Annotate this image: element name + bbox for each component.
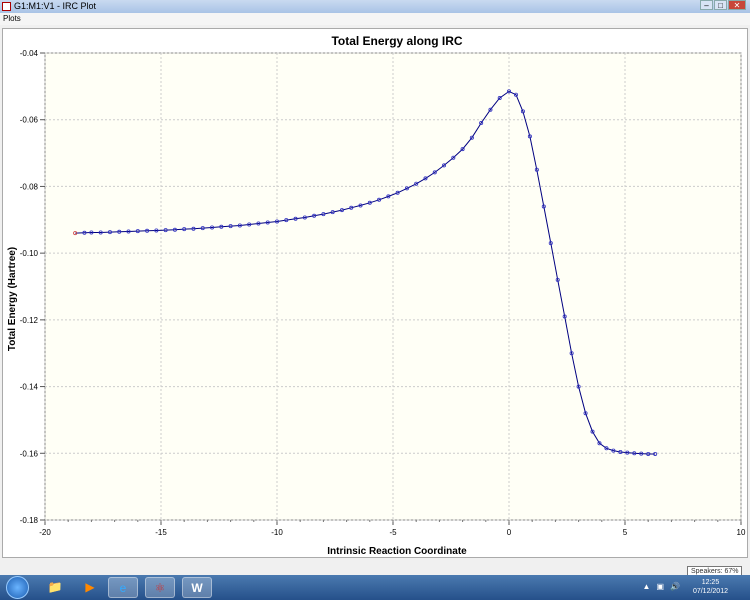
- start-button[interactable]: [6, 576, 29, 599]
- system-tray: ▲ ▣ 🔊: [643, 582, 680, 591]
- y-axis-label: Total Energy (Hartree): [7, 247, 18, 351]
- x-tick-label: -15: [155, 528, 167, 537]
- maximize-button[interactable]: □: [714, 0, 727, 10]
- gaussview-icon[interactable]: ⚛: [145, 577, 175, 598]
- y-tick-label: -0.06: [20, 116, 39, 125]
- y-tick-label: -0.12: [20, 316, 39, 325]
- show-hidden-icons-icon[interactable]: ▲: [643, 582, 651, 591]
- clock-date: 07/12/2012: [692, 588, 728, 595]
- chart-title: Total Energy along IRC: [331, 34, 462, 48]
- menu-bar: Plots: [0, 13, 750, 25]
- plot-panel: Total Energy along IRC -20 -15 -10 -5 0 5 10 -0…: [2, 28, 748, 558]
- word-icon[interactable]: W: [182, 577, 212, 598]
- x-tick-label: -20: [39, 528, 51, 537]
- internet-explorer-icon[interactable]: e: [108, 577, 138, 598]
- x-tick-label: 10: [737, 528, 746, 537]
- x-tick-label: 0: [507, 528, 512, 537]
- y-tick-label: -0.18: [20, 516, 39, 525]
- x-axis-label: Intrinsic Reaction Coordinate: [327, 546, 467, 557]
- y-tick-label: -0.08: [20, 182, 39, 191]
- y-tick-label: -0.04: [20, 49, 39, 58]
- clock[interactable]: 12:25 07/12/2012: [693, 578, 728, 596]
- window-title-bar[interactable]: G1:M1:V1 - IRC Plot – □ ✕: [0, 0, 750, 13]
- x-tick-label: -10: [271, 528, 283, 537]
- close-button[interactable]: ✕: [728, 0, 746, 10]
- taskbar: 📁 ▶ e ⚛ W ▲ ▣ 🔊 12:25 07/12/2012: [0, 575, 750, 600]
- media-player-icon[interactable]: ▶: [75, 577, 105, 598]
- clock-time: 12:25: [701, 579, 720, 586]
- network-icon[interactable]: ▣: [656, 582, 664, 591]
- y-tick-label: -0.16: [20, 449, 39, 458]
- x-tick-label: -5: [389, 528, 397, 537]
- y-tick-label: -0.14: [20, 383, 39, 392]
- app-icon: [2, 2, 11, 11]
- explorer-icon[interactable]: 📁: [40, 577, 70, 598]
- speaker-icon[interactable]: 🔊: [670, 582, 680, 591]
- y-tick-label: -0.10: [20, 249, 39, 258]
- minimize-button[interactable]: –: [700, 0, 713, 10]
- window-title: G1:M1:V1 - IRC Plot: [14, 1, 97, 11]
- menu-plots[interactable]: Plots: [3, 14, 21, 23]
- x-tick-label: 5: [623, 528, 628, 537]
- irc-chart[interactable]: Total Energy along IRC -20 -15 -10 -5 0 5 10 -0…: [3, 29, 749, 559]
